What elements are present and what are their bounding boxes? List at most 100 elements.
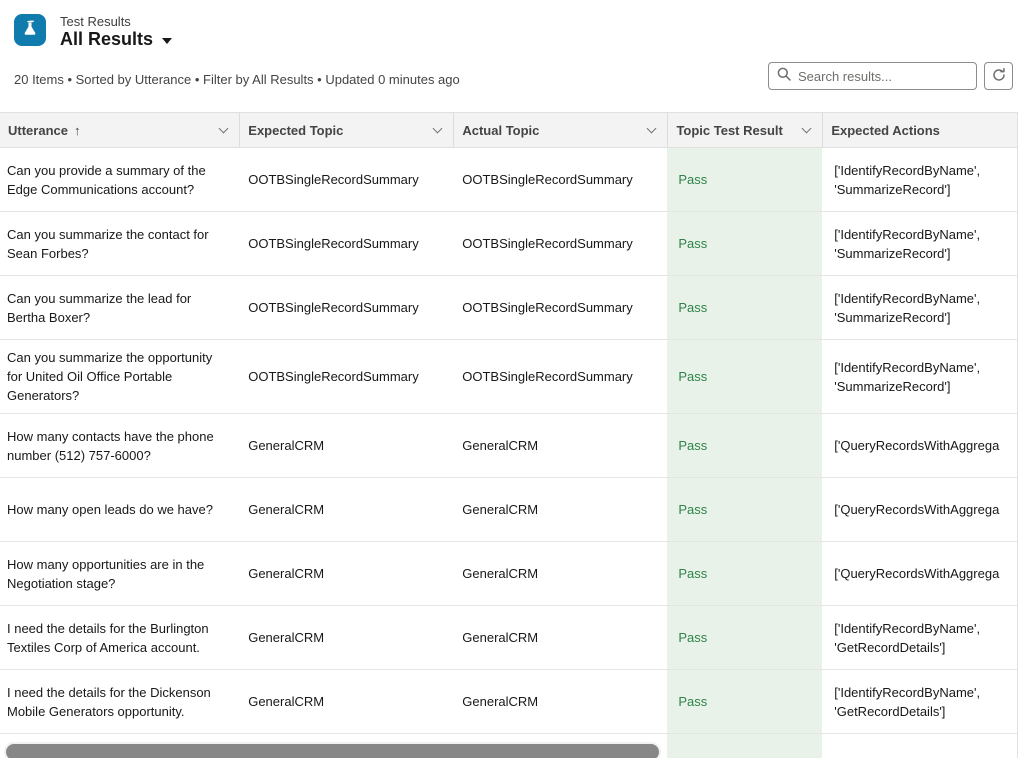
column-label: Expected Actions [831,123,940,138]
cell-text: OOTBSingleRecordSummary [462,367,633,386]
cell-utterance: I need the details for the Burlington Te… [0,606,239,669]
cell-expected-topic: GeneralCRM [239,670,453,733]
cell-text: ['QueryRecordsWithAggrega [834,564,999,583]
cell-topic-test-result: Pass [667,340,822,413]
cell-topic-test-result: Pass [667,670,822,733]
cell-actual-topic: GeneralCRM [453,414,667,477]
cell-text: GeneralCRM [248,564,324,583]
chevron-down-icon[interactable] [219,124,229,134]
cell-text: How many opportunities are in the Negoti… [7,555,227,593]
column-label: Actual Topic [462,123,539,138]
cell-utterance: Can you summarize the opportunity for Un… [0,340,239,413]
cell-actual-topic: OOTBSingleRecordSummary [453,212,667,275]
cell-topic-test-result: Pass [667,478,822,541]
list-view-selector[interactable]: All Results [60,29,172,49]
test-results-app-icon [14,14,46,46]
cell-text: ['IdentifyRecordByName', 'SummarizeRecor… [834,289,1005,327]
table-row[interactable]: How many opportunities are in the Negoti… [0,542,1017,606]
cell-expected-actions: ['IdentifyRecordByName', 'SummarizeRecor… [822,340,1017,413]
pass-status-text: Pass [678,367,707,386]
object-label: Test Results [60,14,131,29]
column-header-expected-actions[interactable]: Expected Actions [822,113,1017,147]
sort-ascending-icon: ↑ [74,123,81,138]
chevron-down-icon[interactable] [647,124,657,134]
cell-utterance: How many contacts have the phone number … [0,414,239,477]
flask-icon [21,19,39,42]
cell-topic-test-result: Pass [667,414,822,477]
cell-text: OOTBSingleRecordSummary [248,367,419,386]
cell-topic-test-result: Pass [667,148,822,211]
view-label: All Results [60,29,153,49]
cell-actual-topic: OOTBSingleRecordSummary [453,340,667,413]
refresh-button[interactable] [984,62,1013,90]
cell-expected-actions: ['QueryRecordsWithAggrega [822,542,1017,605]
cell-text: Can you summarize the lead for Bertha Bo… [7,289,227,327]
cell-text: OOTBSingleRecordSummary [248,298,419,317]
cell-text: GeneralCRM [462,436,538,455]
cell-text: ['IdentifyRecordByName', 'GetRecordDetai… [834,619,1005,657]
cell-utterance: How many open leads do we have? [0,478,239,541]
cell-expected-actions: ['IdentifyRecordByName', 'GetRecordDetai… [822,670,1017,733]
column-header-topic-test-result[interactable]: Topic Test Result [667,113,822,147]
cell-expected-topic: OOTBSingleRecordSummary [239,212,453,275]
table-row[interactable]: How many contacts have the phone number … [0,414,1017,478]
cell-expected-actions: ['IdentifyRecordByName', 'SummarizeRecor… [822,212,1017,275]
list-summary: 20 Items • Sorted by Utterance • Filter … [14,72,460,87]
cell-expected-topic: GeneralCRM [239,606,453,669]
table-body: Can you provide a summary of the Edge Co… [0,148,1017,758]
cell-topic-test-result: Pass [667,734,822,758]
cell-text: OOTBSingleRecordSummary [248,234,419,253]
cell-text: GeneralCRM [248,500,324,519]
cell-text: Can you summarize the opportunity for Un… [7,348,227,405]
chevron-down-icon[interactable] [802,124,812,134]
pass-status-text: Pass [678,170,707,189]
cell-text: How many open leads do we have? [7,500,213,519]
cell-actual-topic: OOTBSingleRecordSummary [453,148,667,211]
cell-text: ['IdentifyRecordByName', 'SummarizeRecor… [834,225,1005,263]
horizontal-scrollbar-thumb[interactable] [6,744,659,758]
table-row[interactable]: Can you summarize the opportunity for Un… [0,340,1017,414]
column-header-utterance[interactable]: Utterance↑ [0,113,239,147]
cell-topic-test-result: Pass [667,212,822,275]
cell-expected-topic: OOTBSingleRecordSummary [239,148,453,211]
cell-text: GeneralCRM [248,436,324,455]
cell-text: Can you summarize the contact for Sean F… [7,225,227,263]
cell-expected-actions: ['QueryRecordsWithAggrega [822,414,1017,477]
chevron-down-icon [162,38,172,44]
cell-text: GeneralCRM [462,564,538,583]
cell-expected-topic: GeneralCRM [239,414,453,477]
cell-expected-topic: OOTBSingleRecordSummary [239,340,453,413]
pass-status-text: Pass [678,692,707,711]
results-table: Utterance↑Expected Topic Actual Topic Topi… [0,112,1018,758]
cell-text: ['QueryRecordsWithAggrega [834,500,999,519]
cell-text: ['IdentifyRecordByName', 'GetRecordDetai… [834,683,1005,721]
table-row[interactable]: I need the details for the Dickenson Mob… [0,670,1017,734]
cell-text: Can you provide a summary of the Edge Co… [7,161,227,199]
cell-expected-actions: ['QueryRecordsWithAggrega [822,478,1017,541]
chevron-down-icon[interactable] [433,124,443,134]
pass-status-text: Pass [678,500,707,519]
cell-text: OOTBSingleRecordSummary [462,170,633,189]
cell-text: GeneralCRM [462,692,538,711]
cell-topic-test-result: Pass [667,606,822,669]
cell-text: OOTBSingleRecordSummary [462,298,633,317]
table-row[interactable]: Can you summarize the lead for Bertha Bo… [0,276,1017,340]
table-row[interactable]: How many open leads do we have? GeneralCR… [0,478,1017,542]
table-row[interactable]: Can you summarize the contact for Sean F… [0,212,1017,276]
search-box[interactable] [768,62,977,90]
cell-topic-test-result: Pass [667,276,822,339]
table-row[interactable]: I need the details for the Burlington Te… [0,606,1017,670]
table-row[interactable]: Can you provide a summary of the Edge Co… [0,148,1017,212]
cell-actual-topic: OOTBSingleRecordSummary [453,276,667,339]
cell-actual-topic: GeneralCRM [453,542,667,605]
cell-text: OOTBSingleRecordSummary [462,234,633,253]
search-input[interactable] [798,69,974,84]
cell-expected-topic: OOTBSingleRecordSummary [239,276,453,339]
cell-utterance: I need the details for the Dickenson Mob… [0,670,239,733]
column-header-actual-topic[interactable]: Actual Topic [453,113,667,147]
column-header-expected-topic[interactable]: Expected Topic [239,113,453,147]
cell-actual-topic: GeneralCRM [453,478,667,541]
table-header-row: Utterance↑Expected Topic Actual Topic Topi… [0,113,1017,148]
cell-expected-actions: ['IdentifyRecordByName', [822,734,1017,758]
cell-expected-topic: GeneralCRM [239,478,453,541]
